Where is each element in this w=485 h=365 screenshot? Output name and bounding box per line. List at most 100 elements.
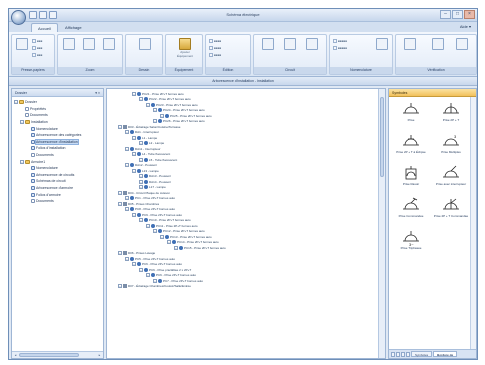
tab-symboles[interactable]: Symboles xyxy=(411,351,433,357)
tree-item[interactable]: Nomenclature xyxy=(12,125,103,132)
tree-item[interactable]: Arborescence de circuits xyxy=(12,172,103,179)
collapse-toggle-icon[interactable]: − xyxy=(118,201,122,206)
circuit-button-2[interactable] xyxy=(282,38,298,58)
tab-last-icon[interactable] xyxy=(406,351,410,357)
pin-icon[interactable]: ▾ × xyxy=(95,89,100,97)
tree-item[interactable]: Documents xyxy=(12,112,103,119)
collapse-toggle-icon[interactable]: − xyxy=(153,119,157,124)
tab-affichage[interactable]: Affichage xyxy=(59,23,88,32)
collapse-toggle-icon[interactable]: − xyxy=(118,284,122,289)
collapse-toggle-icon[interactable]: − xyxy=(139,185,143,190)
tree-item[interactable]: Arborescence des catégories xyxy=(12,132,103,139)
installation-tree-row[interactable]: − D07 - Éclairage Chambres/Couloir/Salle/… xyxy=(107,284,377,290)
symbol-item[interactable]: Prise Commandée xyxy=(392,197,430,219)
report-button[interactable] xyxy=(454,38,470,58)
tree-item[interactable]: Folios d'installation xyxy=(12,145,103,152)
scroll-right-icon[interactable]: ▸ xyxy=(97,353,102,357)
zoom-out-button[interactable] xyxy=(81,38,97,58)
horizontal-scrollbar[interactable]: ◂ ▸ xyxy=(12,351,103,358)
collapse-toggle-icon[interactable]: − xyxy=(125,207,129,212)
collapse-toggle-icon[interactable]: − xyxy=(146,102,150,107)
collapse-toggle-icon[interactable]: − xyxy=(139,174,143,179)
scroll-left-icon[interactable]: ◂ xyxy=(13,353,18,357)
collapse-toggle-icon[interactable]: − xyxy=(139,157,143,162)
tree-item[interactable]: − Dossier xyxy=(12,99,103,106)
collapse-toggle-icon[interactable]: − xyxy=(20,120,24,125)
scrollbar-thumb[interactable] xyxy=(19,353,79,357)
collapse-toggle-icon[interactable]: − xyxy=(167,240,171,245)
copy-button[interactable]: ■■■ xyxy=(32,45,42,50)
collapse-toggle-icon[interactable]: − xyxy=(160,234,164,239)
edit-action-3[interactable]: ■■■■ xyxy=(209,52,221,57)
check-button[interactable] xyxy=(430,38,446,58)
collapse-toggle-icon[interactable]: − xyxy=(132,168,136,173)
collapse-toggle-icon[interactable]: − xyxy=(125,196,129,201)
edit-action-1[interactable]: ■■■■ xyxy=(209,38,221,43)
add-equipment-button[interactable]: Ajouter Équipement xyxy=(177,38,193,58)
collapse-toggle-icon[interactable]: − xyxy=(139,179,143,184)
collapse-toggle-icon[interactable]: − xyxy=(20,159,24,164)
collapse-toggle-icon[interactable]: − xyxy=(153,278,157,283)
vertical-scrollbar[interactable] xyxy=(378,89,385,358)
symbol-item[interactable]: 3~ Prise Triphasée xyxy=(392,229,430,251)
circuit-button-1[interactable] xyxy=(260,38,276,58)
collapse-toggle-icon[interactable]: − xyxy=(139,218,143,223)
verify-button[interactable] xyxy=(402,38,418,58)
scrollbar-thumb[interactable] xyxy=(380,97,384,177)
tab-bordure[interactable]: Bordure de xyxy=(433,351,458,357)
cut-button[interactable]: ■■■ xyxy=(32,38,42,43)
collapse-toggle-icon[interactable]: − xyxy=(132,262,136,267)
collapse-toggle-icon[interactable]: − xyxy=(160,113,164,118)
tree-item[interactable]: Arborescence d'armoire xyxy=(12,185,103,192)
paste-button[interactable] xyxy=(14,38,30,58)
zoom-fit-button[interactable] xyxy=(101,38,117,58)
zoom-in-button[interactable] xyxy=(61,38,77,58)
symbol-item[interactable]: Prise Rasoir xyxy=(392,165,430,187)
collapse-toggle-icon[interactable]: − xyxy=(139,267,143,272)
symbol-item[interactable]: Prise avec interrupteur xyxy=(432,165,470,187)
collapse-toggle-icon[interactable]: − xyxy=(118,251,122,256)
collapse-toggle-icon[interactable]: − xyxy=(14,100,18,105)
format-button[interactable]: ■■■ xyxy=(32,52,42,57)
tree-item[interactable]: Documents xyxy=(12,198,103,205)
collapse-toggle-icon[interactable]: − xyxy=(132,212,136,217)
maximize-button[interactable]: □ xyxy=(452,10,463,19)
tab-prev-icon[interactable] xyxy=(396,351,400,357)
nomenclature-button[interactable] xyxy=(374,38,390,58)
collapse-toggle-icon[interactable]: − xyxy=(132,135,136,140)
tree-item[interactable]: Folios d'armoire xyxy=(12,191,103,198)
symbol-item[interactable]: Prise xyxy=(392,101,430,123)
symbol-item[interactable]: Prise 2P + T Commandée xyxy=(432,197,470,219)
minimize-button[interactable]: – xyxy=(440,10,451,19)
help-menu[interactable]: Aide ▾ xyxy=(460,24,471,29)
collapse-toggle-icon[interactable]: − xyxy=(125,256,129,261)
collapse-toggle-icon[interactable]: − xyxy=(132,91,136,96)
close-button[interactable]: × xyxy=(464,10,475,19)
draw-button[interactable] xyxy=(137,38,153,58)
collapse-toggle-icon[interactable]: − xyxy=(118,124,122,129)
collapse-toggle-icon[interactable]: − xyxy=(118,190,122,195)
collapse-toggle-icon[interactable]: − xyxy=(174,245,178,250)
tree-item[interactable]: Arborescence d'installation xyxy=(12,138,103,146)
collapse-toggle-icon[interactable]: − xyxy=(146,273,150,278)
tab-next-icon[interactable] xyxy=(401,351,405,357)
tree-item[interactable]: Documents xyxy=(12,152,103,159)
tree-item[interactable]: − Armoire1 xyxy=(12,158,103,165)
tree-item[interactable]: Propriétés xyxy=(12,106,103,113)
circuit-button-3[interactable] xyxy=(304,38,320,58)
symbol-item[interactable]: 3 Prise Multiples xyxy=(432,133,470,155)
collapse-toggle-icon[interactable]: − xyxy=(125,163,129,168)
collapse-toggle-icon[interactable]: − xyxy=(125,146,129,151)
tree-item[interactable]: Schémas de circuit xyxy=(12,178,103,185)
collapse-toggle-icon[interactable]: − xyxy=(139,141,143,146)
collapse-toggle-icon[interactable]: − xyxy=(153,229,157,234)
application-menu-button[interactable] xyxy=(11,10,26,25)
nomenclature-action-1[interactable]: ■■■■■ xyxy=(333,38,347,43)
collapse-toggle-icon[interactable]: − xyxy=(139,97,143,102)
nomenclature-action-2[interactable]: ■■■■■ xyxy=(333,45,347,50)
symbol-item[interactable]: Prise 2P + T à Éclipse xyxy=(392,133,430,155)
tree-item[interactable]: Nomenclature xyxy=(12,165,103,172)
collapse-toggle-icon[interactable]: − xyxy=(125,130,129,135)
tab-accueil[interactable]: Accueil xyxy=(31,23,58,32)
symbol-item[interactable]: Prise 2P + T xyxy=(432,101,470,123)
